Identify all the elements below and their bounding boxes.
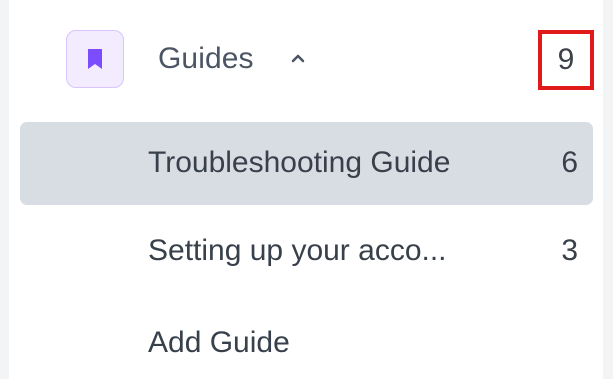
guide-item-count: 6: [561, 146, 578, 179]
guides-label: Guides: [158, 42, 254, 75]
guide-item-troubleshooting[interactable]: Troubleshooting Guide 6: [20, 122, 593, 205]
guides-count-badge: 9: [538, 30, 594, 90]
guide-item-label: Setting up your acco...: [148, 234, 447, 267]
guide-item-setting-up-account[interactable]: Setting up your acco... 3: [20, 210, 593, 293]
right-divider: [603, 0, 613, 379]
left-divider: [0, 0, 9, 379]
chevron-up-icon[interactable]: [290, 51, 306, 69]
guide-item-label: Troubleshooting Guide: [148, 146, 451, 179]
guide-item-count: 3: [561, 234, 578, 267]
bookmark-icon: [66, 30, 124, 88]
add-guide-link[interactable]: Add Guide: [148, 325, 290, 361]
guides-panel: Guides 9 Troubleshooting Guide 6 Setting…: [0, 0, 613, 379]
guides-section-header[interactable]: Guides 9: [10, 0, 603, 116]
